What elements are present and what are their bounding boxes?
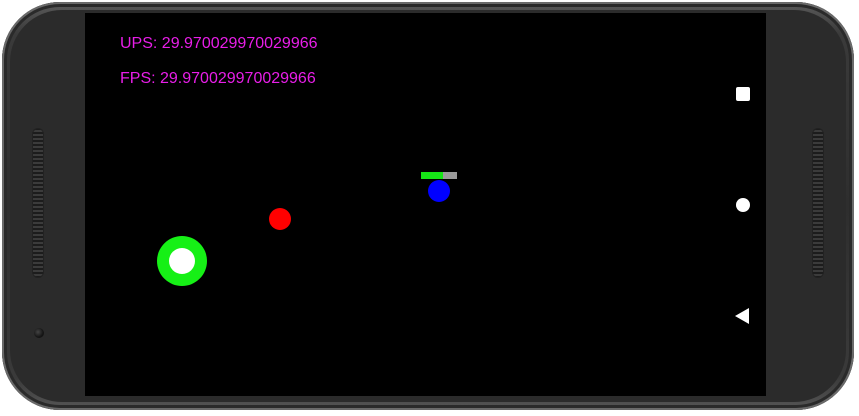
- player-ball: [428, 180, 450, 202]
- player-health-fill: [421, 172, 443, 179]
- right-speaker-grille: [812, 128, 824, 278]
- joystick-inner-knob[interactable]: [169, 248, 195, 274]
- square-recents-icon[interactable]: [736, 87, 750, 101]
- ups-counter: UPS: 29.970029970029966: [120, 35, 318, 52]
- fps-counter: FPS: 29.970029970029966: [120, 70, 316, 87]
- enemy-ball: [269, 208, 291, 230]
- game-screen[interactable]: UPS: 29.970029970029966 FPS: 29.97002997…: [85, 13, 766, 396]
- left-speaker-grille: [32, 128, 44, 278]
- triangle-back-icon[interactable]: [735, 308, 749, 324]
- circle-home-icon[interactable]: [736, 198, 750, 212]
- front-camera-icon: [34, 328, 44, 338]
- player-health-bar: [421, 172, 457, 179]
